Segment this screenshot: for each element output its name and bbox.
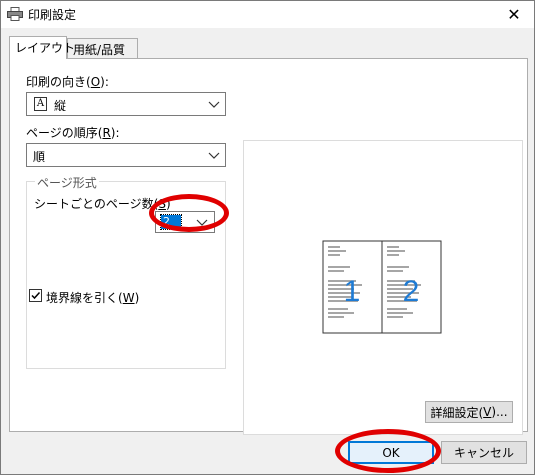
layout-tab-panel: 印刷の向き(O): A 縦 ページの順序(R): 順 ページ形式 1 2 詳細設… — [9, 58, 528, 435]
chevron-down-icon — [196, 219, 208, 226]
page-order-select[interactable]: 順 — [26, 143, 226, 167]
page-order-value: 順 — [33, 150, 46, 164]
draw-borders-checkbox[interactable] — [29, 289, 42, 302]
pages-per-sheet-value: 2 — [160, 214, 182, 230]
orientation-select[interactable]: A 縦 — [26, 92, 226, 116]
tab-paper-quality[interactable]: 用紙/品質 — [67, 38, 138, 58]
preview-page-number-1: 1 — [344, 275, 361, 308]
tab-layout[interactable]: レイアウト — [9, 36, 75, 59]
preview-page-number-2: 2 — [403, 275, 420, 308]
pages-per-sheet-select[interactable]: 2 — [155, 211, 215, 233]
two-page-preview: 1 2 — [322, 240, 442, 334]
close-icon: ✕ — [507, 5, 521, 24]
advanced-button[interactable]: 詳細設定(V)... — [425, 401, 513, 423]
window-title: 印刷設定 — [28, 8, 77, 22]
chevron-down-icon — [208, 152, 220, 159]
ok-button[interactable]: OK — [348, 441, 434, 464]
print-settings-dialog: 印刷設定 ✕ レイアウト 用紙/品質 印刷の向き(O): A 縦 ページの順序(… — [0, 0, 535, 475]
printer-icon — [7, 7, 23, 21]
title-bar: 印刷設定 ✕ — [1, 1, 534, 28]
pages-per-sheet-label: シートごとのページ数(S) — [34, 197, 171, 211]
close-button[interactable]: ✕ — [494, 1, 534, 28]
cancel-button[interactable]: キャンセル — [441, 441, 527, 464]
page-order-label: ページの順序(R): — [26, 126, 120, 140]
draw-borders-label[interactable]: 境界線を引く(W) — [46, 289, 139, 306]
chevron-down-icon — [208, 101, 220, 108]
orientation-value: 縦 — [54, 99, 67, 113]
page-format-legend: ページ形式 — [35, 174, 99, 191]
portrait-page-icon: A — [34, 97, 47, 111]
checkmark-icon — [31, 291, 41, 300]
orientation-label: 印刷の向き(O): — [26, 75, 109, 89]
preview-pane: 1 2 — [243, 140, 523, 435]
